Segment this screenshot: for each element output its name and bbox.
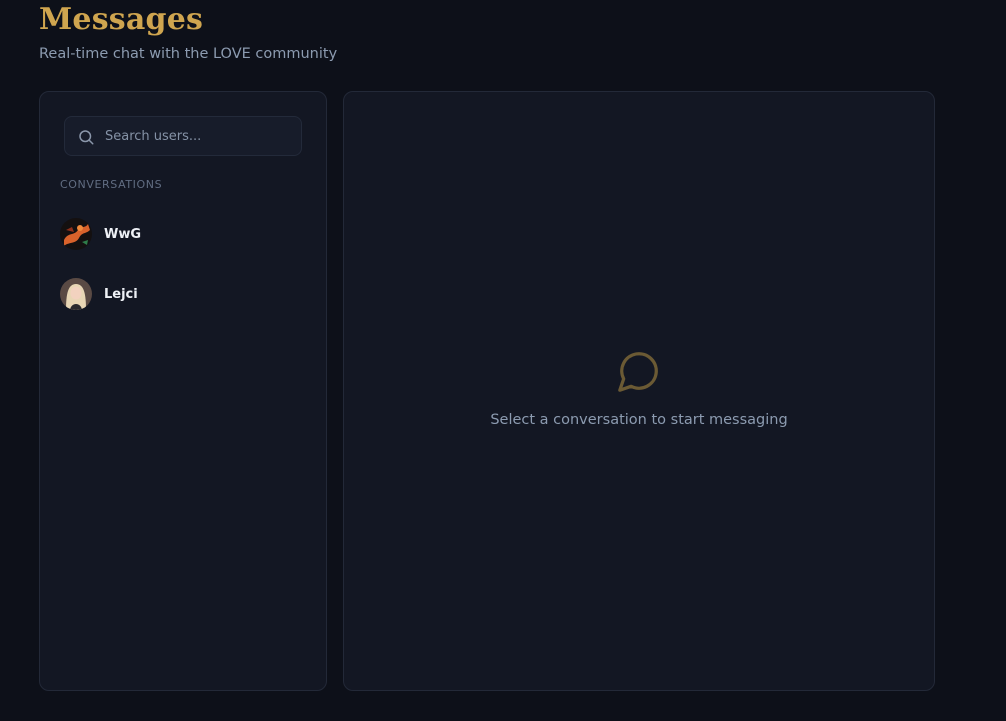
avatar [60, 278, 92, 310]
search-icon [79, 130, 94, 145]
conversations-section-label: CONVERSATIONS [60, 178, 163, 191]
avatar [60, 218, 92, 250]
conversation-item-wwg[interactable]: WwG [52, 204, 316, 264]
chat-panel: Select a conversation to start messaging [343, 91, 935, 691]
conversation-name: Lejci [104, 286, 138, 302]
user-search-box[interactable] [64, 116, 302, 156]
chat-bubble-icon [618, 352, 658, 392]
page-subtitle: Real-time chat with the LOVE community [39, 46, 338, 62]
conversation-item-lejci[interactable]: Lejci [52, 264, 316, 324]
conversation-list: WwG Lejci [52, 204, 316, 324]
conversation-name: WwG [104, 226, 142, 242]
empty-chat-message: Select a conversation to start messaging [490, 412, 788, 428]
search-users-input[interactable] [105, 117, 295, 155]
messages-page: Messages Real-time chat with the LOVE co… [0, 0, 1006, 721]
page-title: Messages [39, 2, 204, 37]
conversations-sidebar: CONVERSATIONS WwG [39, 91, 327, 691]
empty-chat-state: Select a conversation to start messaging [344, 348, 934, 428]
